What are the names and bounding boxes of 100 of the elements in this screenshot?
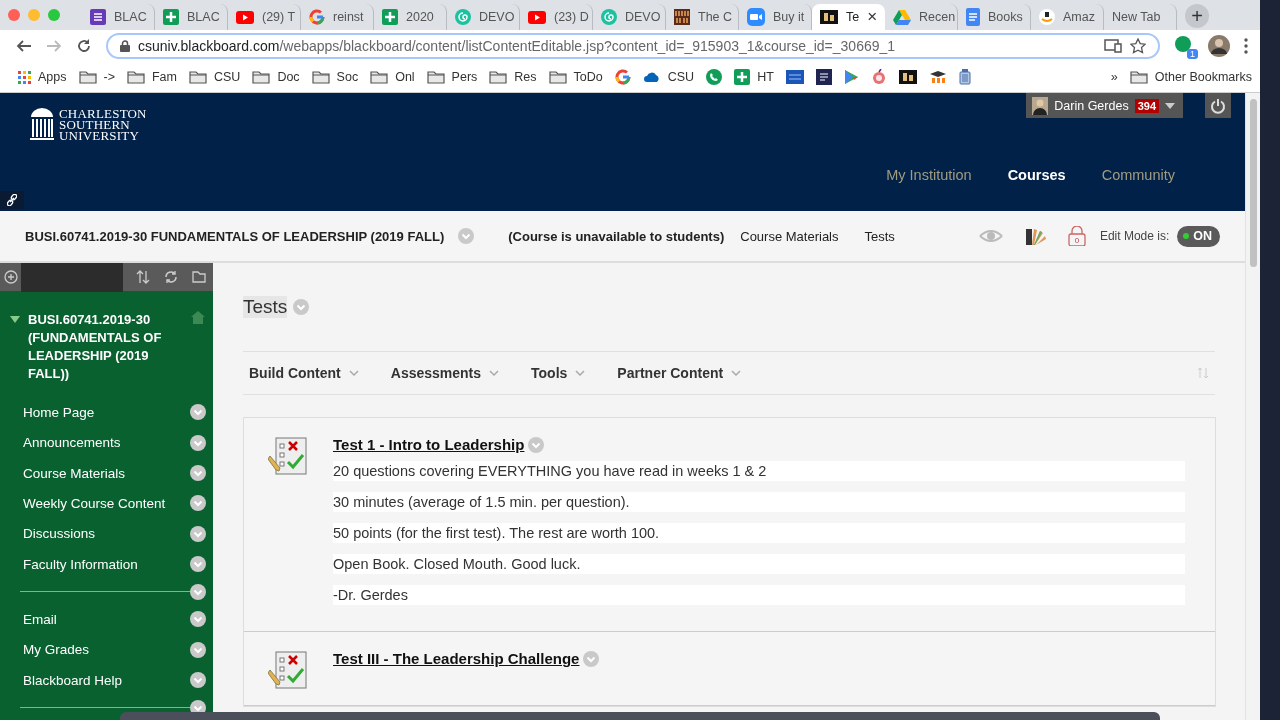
reload-icon[interactable] xyxy=(76,38,92,54)
bin-bookmark-icon[interactable] xyxy=(958,69,971,85)
browser-tab[interactable]: Buy it xyxy=(739,4,812,30)
tab-favicon-icon xyxy=(90,9,106,25)
browser-tab[interactable]: Books xyxy=(958,4,1031,30)
cloud-icon xyxy=(642,71,661,83)
new-tab-button[interactable]: + xyxy=(1185,4,1209,28)
menu-icon[interactable] xyxy=(1244,38,1248,54)
colored-ring-bookmark-icon[interactable] xyxy=(614,69,631,85)
edit-mode-toggle[interactable]: ON xyxy=(1177,225,1220,247)
bookmark[interactable]: -> xyxy=(78,70,115,84)
chevron-icon[interactable] xyxy=(190,525,206,542)
browser-tab[interactable]: Recen xyxy=(885,4,958,30)
folder-icon xyxy=(426,70,445,84)
browser-tab[interactable]: New Tab xyxy=(1104,4,1177,30)
menu-link[interactable]: Discussions xyxy=(23,526,190,542)
address-bar[interactable]: csuniv.blackboard.com/webapps/blackboard/content/listContentEditable.jsp?content_id=_915903_1&course_id=_30669_1 xyxy=(106,33,1160,59)
add-icon[interactable] xyxy=(3,270,18,284)
bookmark[interactable]: Apps xyxy=(18,70,67,84)
lock-button[interactable]: 0 xyxy=(1067,226,1086,246)
square-logo-bookmark-icon[interactable] xyxy=(898,70,917,84)
bookmark[interactable]: CSU xyxy=(188,70,241,84)
color-palette-icon[interactable] xyxy=(1025,227,1046,245)
browser-tab[interactable]: reinst xyxy=(301,4,374,30)
folder-icon xyxy=(370,70,389,84)
menu-link[interactable]: My Grades xyxy=(23,642,190,658)
star-icon[interactable] xyxy=(1130,38,1146,54)
browser-tab[interactable]: BLAC xyxy=(82,4,155,30)
mortarboard-bookmark-icon[interactable] xyxy=(928,70,947,84)
menu-link[interactable]: Email xyxy=(23,611,190,627)
menu-link[interactable]: Course Materials xyxy=(23,465,190,481)
chevron-icon[interactable] xyxy=(190,434,206,451)
caret-icon xyxy=(731,370,742,376)
lock-count: 0 xyxy=(1073,236,1081,245)
browser-tab[interactable]: (29) T xyxy=(228,4,301,30)
power-button[interactable] xyxy=(1205,93,1231,118)
more-bookmarks-button[interactable]: » xyxy=(1110,70,1118,84)
browser-tab[interactable]: (23) D xyxy=(520,4,593,30)
bookmark[interactable]: Fam xyxy=(126,70,177,84)
nav-tab[interactable]: Community xyxy=(1101,167,1175,183)
menu-link[interactable]: Announcements xyxy=(23,435,190,451)
chevron-icon[interactable] xyxy=(190,672,206,689)
menu-link[interactable]: Blackboard Help xyxy=(23,672,190,688)
menu-link[interactable]: Faculty Information xyxy=(23,556,190,572)
tab-favicon-icon xyxy=(966,8,980,26)
lined-square-bookmark-icon[interactable] xyxy=(815,69,832,85)
action-menu[interactable]: Build Content xyxy=(249,365,359,381)
menu-link[interactable]: Home Page xyxy=(23,404,190,420)
browser-tab[interactable]: Amaz xyxy=(1031,4,1104,30)
bookmark[interactable]: Doc xyxy=(252,70,300,84)
cast-icon[interactable] xyxy=(1104,39,1122,53)
course-name[interactable]: BUSI.60741.2019-30 (FUNDAMENTALS OF LEADERSHIP (2019 FALL)) xyxy=(28,311,183,383)
scrollbar[interactable] xyxy=(1245,93,1260,720)
item-title-link[interactable]: Test 1 - Intro to Leadership xyxy=(333,436,525,453)
menu-link[interactable]: Weekly Course Content xyxy=(23,495,190,511)
avatar-icon[interactable] xyxy=(1208,35,1230,57)
play-store-bookmark-icon[interactable] xyxy=(843,69,859,85)
bookmark[interactable]: Soc xyxy=(311,70,359,84)
chevron-icon[interactable] xyxy=(190,404,206,421)
chevron-icon[interactable] xyxy=(190,641,206,658)
item-title-link[interactable]: Test III - The Leadership Challenge xyxy=(333,650,580,667)
browser-tab[interactable]: BLAC xyxy=(155,4,228,30)
chevron-icon[interactable] xyxy=(190,465,206,481)
browser-tab[interactable]: DEVO xyxy=(447,4,520,30)
striped-tile-bookmark-icon[interactable] xyxy=(785,70,804,84)
sort-icon[interactable] xyxy=(136,270,150,284)
bookmark[interactable]: CSU xyxy=(642,70,695,84)
folder-icon[interactable] xyxy=(192,270,206,284)
bookmark[interactable]: HT xyxy=(734,69,774,85)
action-menu[interactable]: Assessments xyxy=(390,365,500,381)
bookmark[interactable]: Pers xyxy=(426,70,478,84)
browser-tab[interactable]: Te × xyxy=(812,4,885,30)
nav-tab[interactable]: Courses xyxy=(1007,167,1066,183)
action-menu[interactable]: Tools xyxy=(531,365,586,381)
avatar-icon xyxy=(1032,96,1049,115)
browser-tab[interactable]: 2020 xyxy=(374,4,447,30)
browser-tab[interactable]: DEVO xyxy=(593,4,666,30)
bookmark[interactable]: ToDo xyxy=(548,70,603,84)
tab-favicon-icon xyxy=(747,8,765,26)
bookmark-folder[interactable]: Other Bookmarks xyxy=(1129,70,1252,84)
close-tab-icon[interactable]: × xyxy=(867,7,878,27)
refresh-icon[interactable] xyxy=(164,270,178,284)
breadcrumb-link[interactable]: Tests xyxy=(864,228,895,244)
bookmark[interactable]: Onl xyxy=(370,70,415,84)
nav-tab[interactable]: My Institution xyxy=(886,167,972,183)
action-menu[interactable]: Partner Content xyxy=(617,365,742,381)
chevron-icon[interactable] xyxy=(190,583,206,600)
menu-search-field[interactable] xyxy=(21,263,123,292)
user-menu[interactable]: Darin Gerdes 394 xyxy=(1026,93,1183,118)
browser-tab[interactable]: The C xyxy=(666,4,739,30)
bookmark[interactable]: Res xyxy=(489,70,537,84)
chevron-icon[interactable] xyxy=(190,556,206,573)
page-title: Tests xyxy=(243,296,288,318)
chevron-icon[interactable] xyxy=(190,495,206,512)
expand-triangle-icon[interactable] xyxy=(10,316,20,324)
phone-bookmark-icon[interactable] xyxy=(706,69,723,85)
back-icon[interactable] xyxy=(16,38,32,54)
breadcrumb-link[interactable]: Course Materials xyxy=(740,228,839,244)
link-button[interactable] xyxy=(0,191,24,209)
chevron-icon[interactable] xyxy=(190,611,206,628)
